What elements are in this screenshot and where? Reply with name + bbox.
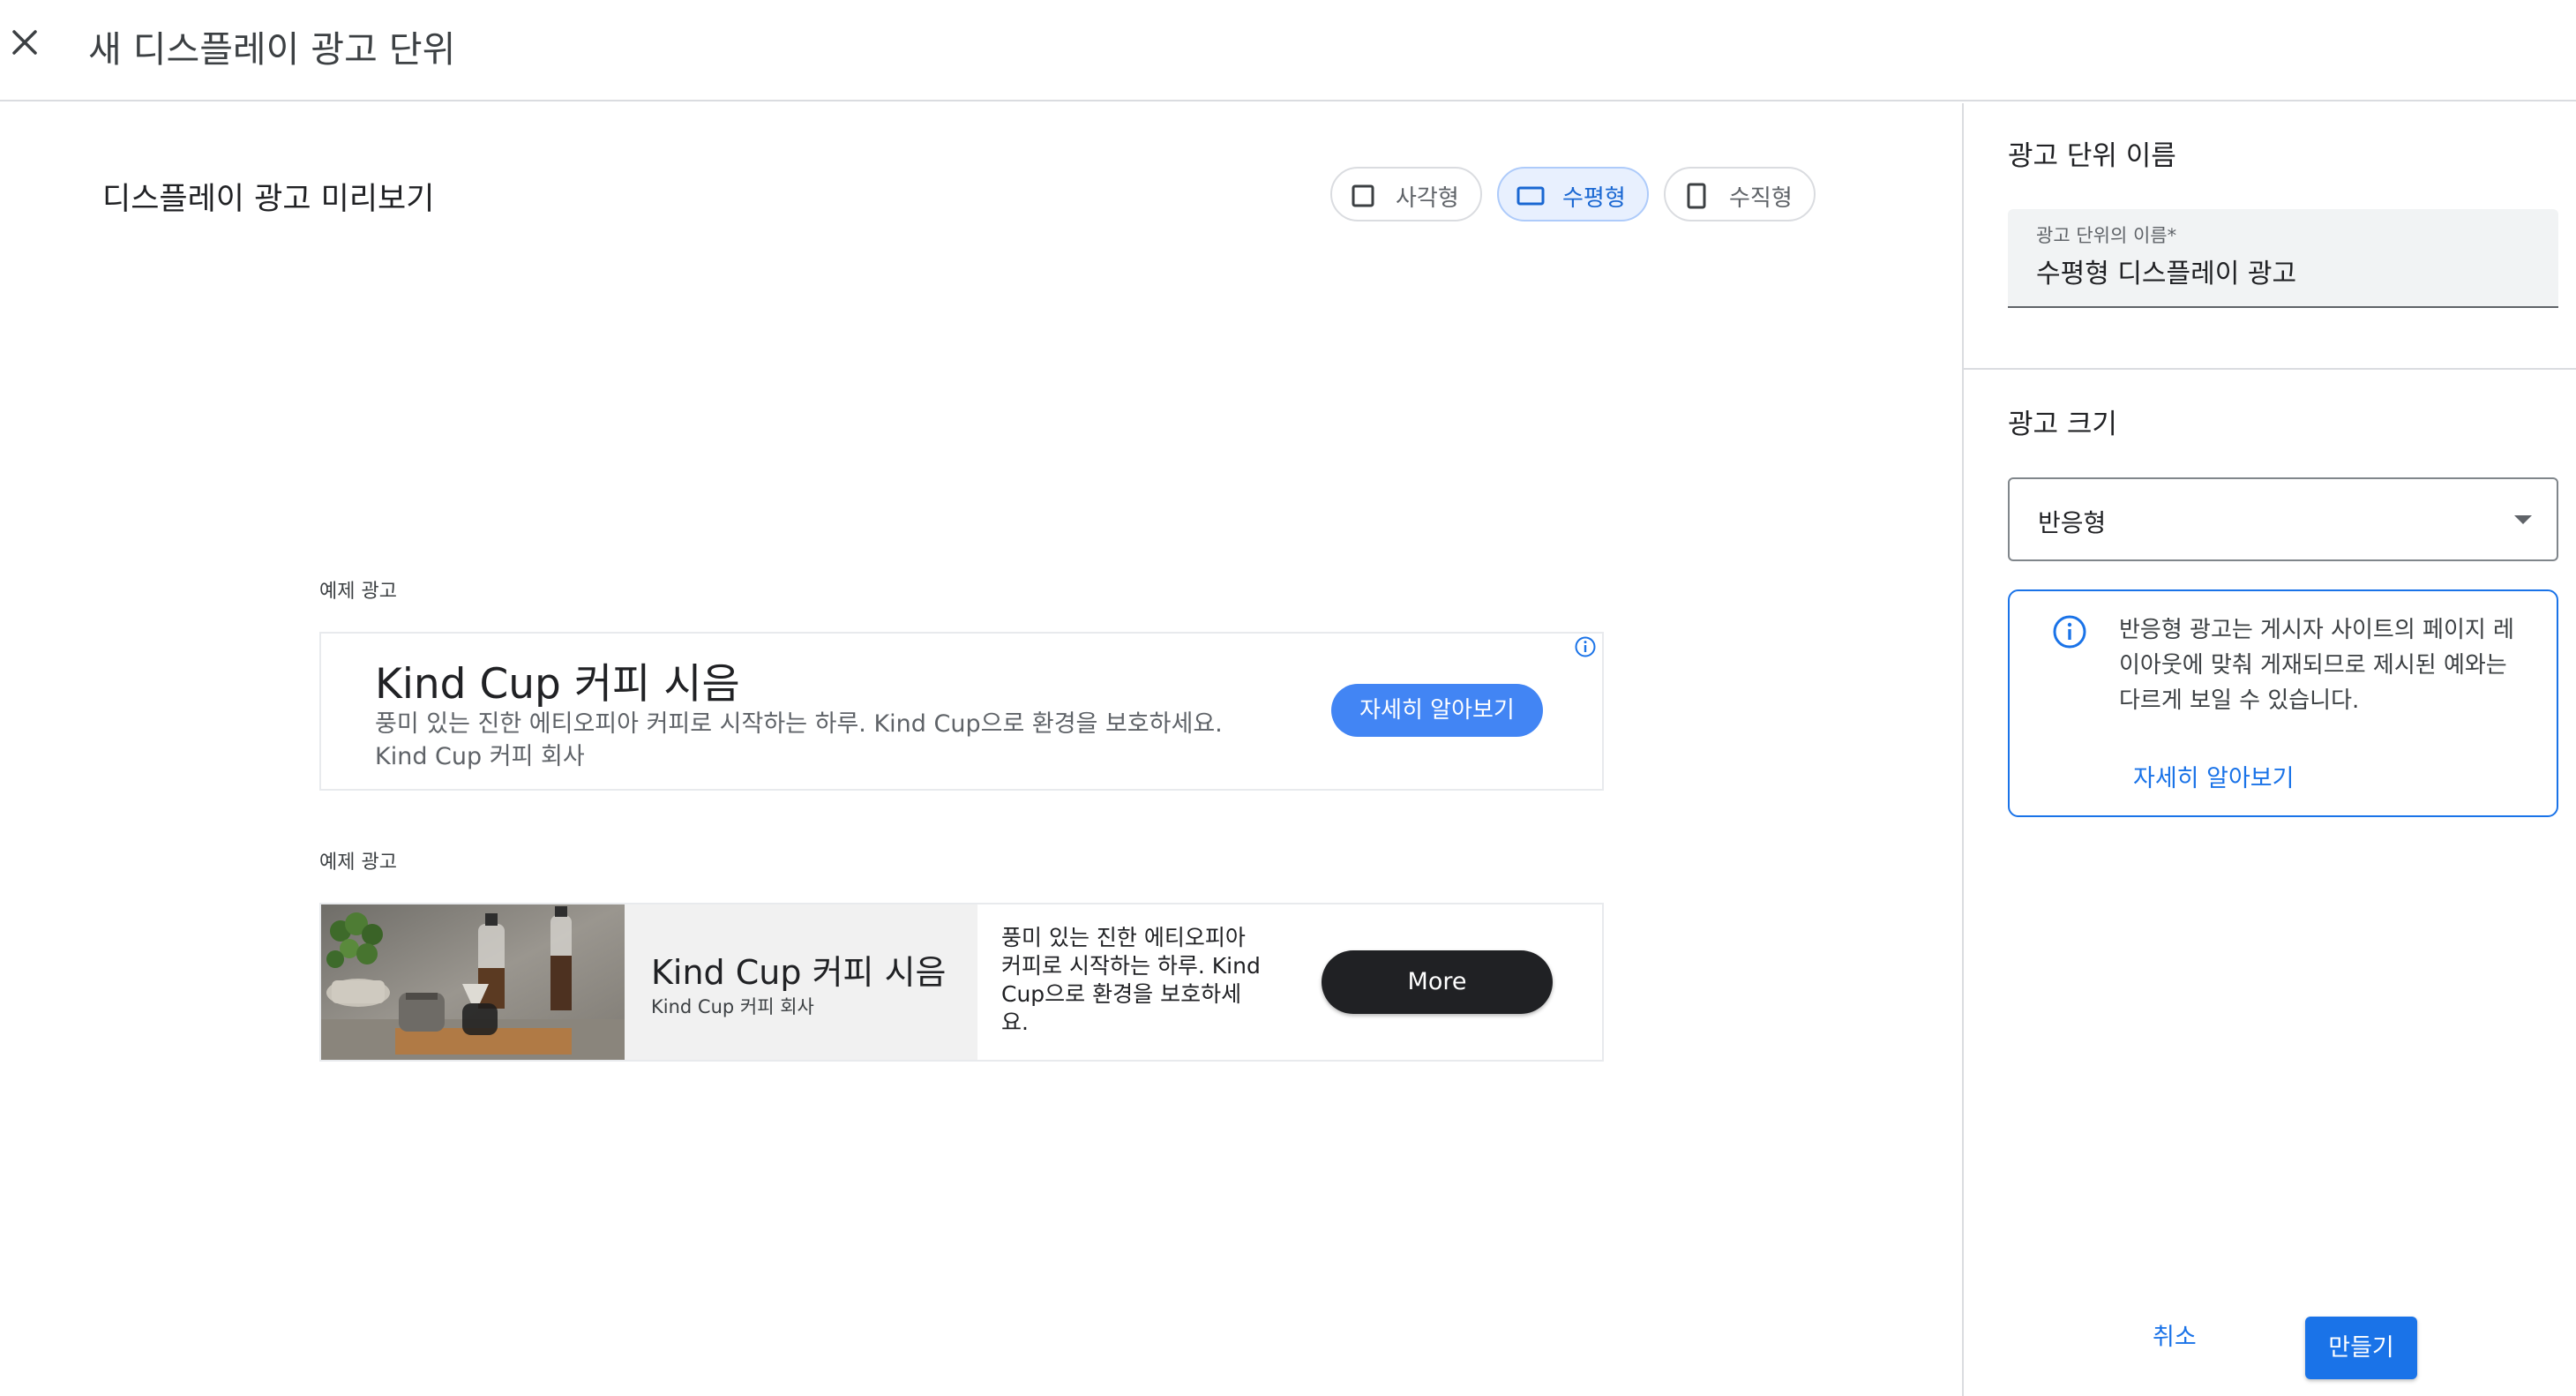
ad-headline: Kind Cup 커피 시음 [651, 953, 947, 992]
vertical-rect-icon [1687, 183, 1706, 209]
responsive-info-box: 반응형 광고는 게시자 사이트의 페이지 레이아웃에 맞춰 게재되므로 제시된 … [2008, 589, 2558, 817]
sample-ad-image[interactable]: Kind Cup 커피 시음 Kind Cup 커피 회사 풍미 있는 진한 에… [319, 903, 1604, 1062]
top-bar: 새 디스플레이 광고 단위 [0, 0, 2576, 101]
chip-square-label: 사각형 [1396, 185, 1459, 212]
square-icon [1352, 184, 1374, 207]
coffee-pour-over-photo [321, 904, 625, 1060]
ad-text-panel: Kind Cup 커피 시음 Kind Cup 커피 회사 [625, 904, 977, 1060]
sample-ad-label: 예제 광고 [319, 852, 397, 874]
preview-title: 디스플레이 광고 미리보기 [102, 182, 435, 217]
chip-square[interactable]: 사각형 [1330, 167, 1482, 221]
ad-size-select-value: 반응형 [2038, 508, 2107, 537]
close-icon [12, 30, 37, 55]
ad-unit-name-field[interactable]: 광고 단위의 이름* [2008, 209, 2558, 308]
section-divider [1964, 368, 2576, 370]
info-icon [2053, 615, 2086, 649]
learn-more-button[interactable]: 자세히 알아보기 [1331, 684, 1543, 737]
info-text: 반응형 광고는 게시자 사이트의 페이지 레이아웃에 맞춰 게재되므로 제시된 … [2119, 617, 2514, 714]
ad-advertiser: Kind Cup 커피 회사 [651, 996, 814, 1017]
sample-ad-text[interactable]: Kind Cup 커피 시음 풍미 있는 진한 에티오피아 커피로 시작하는 하… [319, 632, 1604, 791]
ad-description: 풍미 있는 진한 에티오피아 커피로 시작하는 하루. Kind Cup으로 환… [1001, 925, 1261, 1035]
ad-unit-name-input[interactable] [2036, 251, 2530, 290]
ad-size-select[interactable]: 반응형 [2008, 477, 2558, 561]
ad-body: 풍미 있는 진한 에티오피아 커피로 시작하는 하루. Kind Cup으로 환… [375, 710, 1223, 770]
page-title: 새 디스플레이 광고 단위 [88, 28, 456, 71]
chip-vertical[interactable]: 수직형 [1664, 167, 1816, 221]
ad-headline: Kind Cup 커피 시음 [375, 660, 740, 709]
adchoices-info-icon[interactable] [1574, 635, 1597, 658]
chip-horizontal-label: 수평형 [1562, 185, 1626, 212]
cancel-button[interactable]: 취소 [2153, 1317, 2197, 1352]
close-button[interactable] [0, 12, 49, 76]
create-button[interactable]: 만들기 [2305, 1317, 2417, 1379]
sample-ad-label: 예제 광고 [319, 581, 397, 603]
ad-size-title: 광고 크기 [2008, 409, 2117, 440]
dropdown-arrow-icon [2514, 515, 2532, 524]
settings-panel: 광고 단위 이름 광고 단위의 이름* 광고 크기 반응형 반응형 광고는 게시… [1962, 103, 2576, 1396]
preview-area: 디스플레이 광고 미리보기 사각형 수평형 수직형 예제 광고 Kind Cup… [0, 103, 1962, 1396]
chip-vertical-label: 수직형 [1729, 185, 1793, 212]
horizontal-rect-icon [1516, 186, 1545, 206]
learn-more-link[interactable]: 자세히 알아보기 [2133, 759, 2294, 793]
more-button[interactable]: More [1322, 950, 1553, 1014]
chip-horizontal[interactable]: 수평형 [1497, 167, 1649, 221]
ad-unit-name-label: 광고 단위의 이름* [2036, 225, 2177, 246]
ad-unit-name-title: 광고 단위 이름 [2008, 140, 2176, 172]
